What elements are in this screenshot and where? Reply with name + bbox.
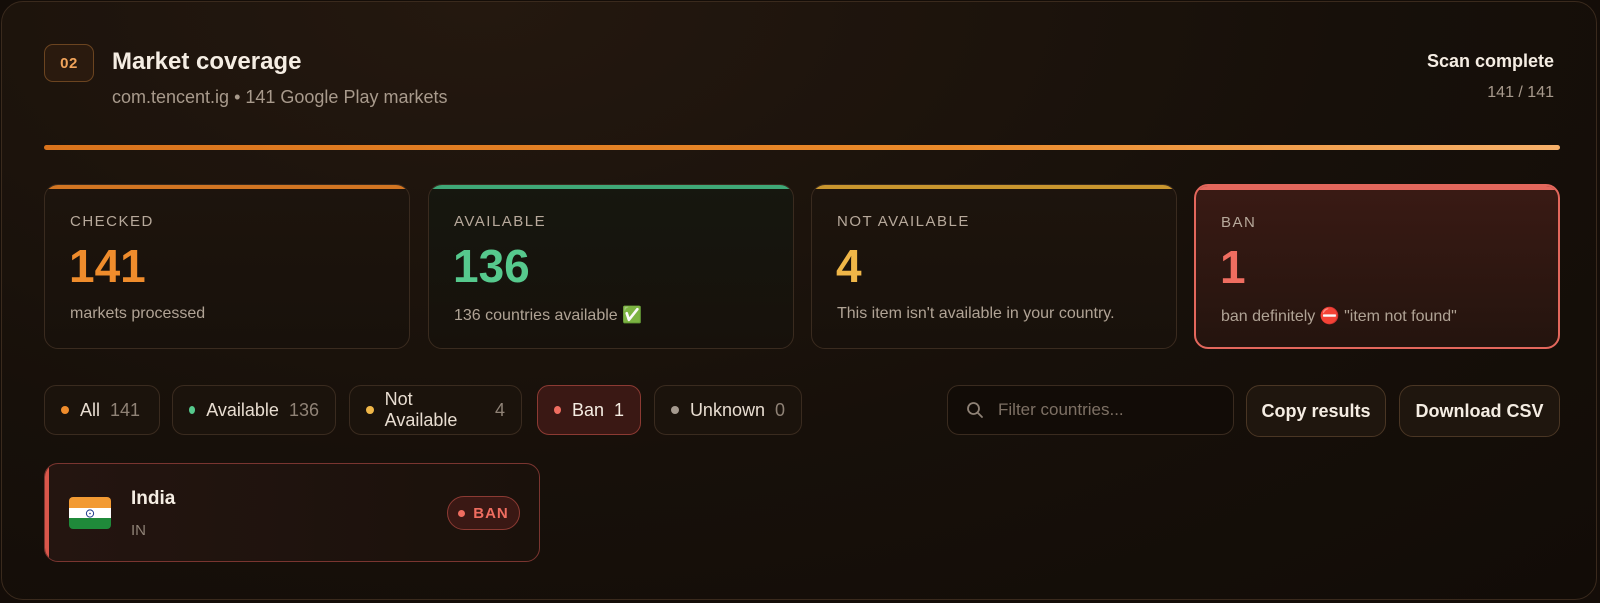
status-badge-label: BAN <box>473 504 509 522</box>
filter-chip-not-available[interactable]: Not Available 4 <box>349 385 522 435</box>
filter-label: All <box>80 399 101 420</box>
filter-count: 4 <box>494 399 505 420</box>
stat-label: NOT AVAILABLE <box>837 213 970 230</box>
search-input[interactable] <box>996 399 1220 421</box>
status-dot <box>554 406 561 414</box>
status-dot <box>366 406 374 414</box>
status-dot <box>671 406 679 414</box>
card-accent-bar <box>1196 186 1558 190</box>
filter-count: 1 <box>613 399 624 420</box>
stat-cards: CHECKED 141 markets processed AVAILABLE … <box>44 184 1560 349</box>
filter-count: 141 <box>110 399 141 420</box>
status-accent-bar <box>45 464 49 561</box>
stat-label: AVAILABLE <box>454 213 547 230</box>
download-csv-button[interactable]: Download CSV <box>1399 385 1560 437</box>
scan-progress-bar <box>44 145 1560 150</box>
step-badge: 02 <box>44 44 94 82</box>
stat-card-available: AVAILABLE 136 136 countries available ✅ <box>428 184 794 349</box>
status-filter-chips: All 141 Available 136 Not Available 4 Ba… <box>44 385 804 435</box>
filter-chip-all[interactable]: All 141 <box>44 385 160 435</box>
card-accent-bar <box>429 185 793 189</box>
india-flag-icon <box>69 497 111 529</box>
stat-card-not-available: NOT AVAILABLE 4 This item isn't availabl… <box>811 184 1177 349</box>
country-name: India <box>131 488 176 509</box>
filter-chip-available[interactable]: Available 136 <box>172 385 336 435</box>
stat-value: 136 <box>453 240 530 292</box>
stat-label: BAN <box>1221 214 1257 231</box>
page-subtitle: com.tencent.ig • 141 Google Play markets <box>112 87 448 107</box>
stat-label: CHECKED <box>70 213 154 230</box>
filter-count: 136 <box>288 399 319 420</box>
status-dot <box>189 406 196 414</box>
stat-description: This item isn't available in your countr… <box>837 305 1115 322</box>
filter-count: 0 <box>774 399 785 420</box>
status-dot <box>458 509 466 517</box>
country-result-card[interactable]: India IN BAN <box>44 463 540 562</box>
market-coverage-panel: 02 Market coverage com.tencent.ig • 141 … <box>1 1 1597 600</box>
panel-header: 02 Market coverage com.tencent.ig • 141 … <box>44 44 1554 114</box>
stat-value: 141 <box>69 240 146 292</box>
scan-progress-fill <box>44 145 1560 150</box>
scan-count: 141 / 141 <box>1487 84 1554 101</box>
stat-card-checked: CHECKED 141 markets processed <box>44 184 410 349</box>
filter-label: Not Available <box>384 389 458 430</box>
stat-value: 4 <box>836 240 862 292</box>
country-code: IN <box>131 522 146 539</box>
filter-label: Ban <box>571 399 604 420</box>
scan-status: Scan complete <box>1426 51 1554 71</box>
stat-description: ban definitely ⛔ "item not found" <box>1221 308 1457 325</box>
card-accent-bar <box>812 185 1176 189</box>
page-title: Market coverage <box>112 48 302 75</box>
filter-chip-unknown[interactable]: Unknown 0 <box>654 385 802 435</box>
search-icon <box>967 402 983 418</box>
status-badge: BAN <box>447 496 520 530</box>
filter-label: Unknown <box>689 399 765 420</box>
filter-chip-ban[interactable]: Ban 1 <box>537 385 641 435</box>
card-accent-bar <box>45 185 409 189</box>
country-search-box[interactable] <box>947 385 1234 435</box>
stat-value: 1 <box>1220 241 1246 293</box>
copy-results-button[interactable]: Copy results <box>1246 385 1386 437</box>
filter-label: Available <box>206 399 279 420</box>
status-dot <box>61 406 69 414</box>
stat-description: 136 countries available ✅ <box>454 307 643 324</box>
stat-card-ban: BAN 1 ban definitely ⛔ "item not found" <box>1194 184 1560 349</box>
stat-description: markets processed <box>70 305 206 322</box>
